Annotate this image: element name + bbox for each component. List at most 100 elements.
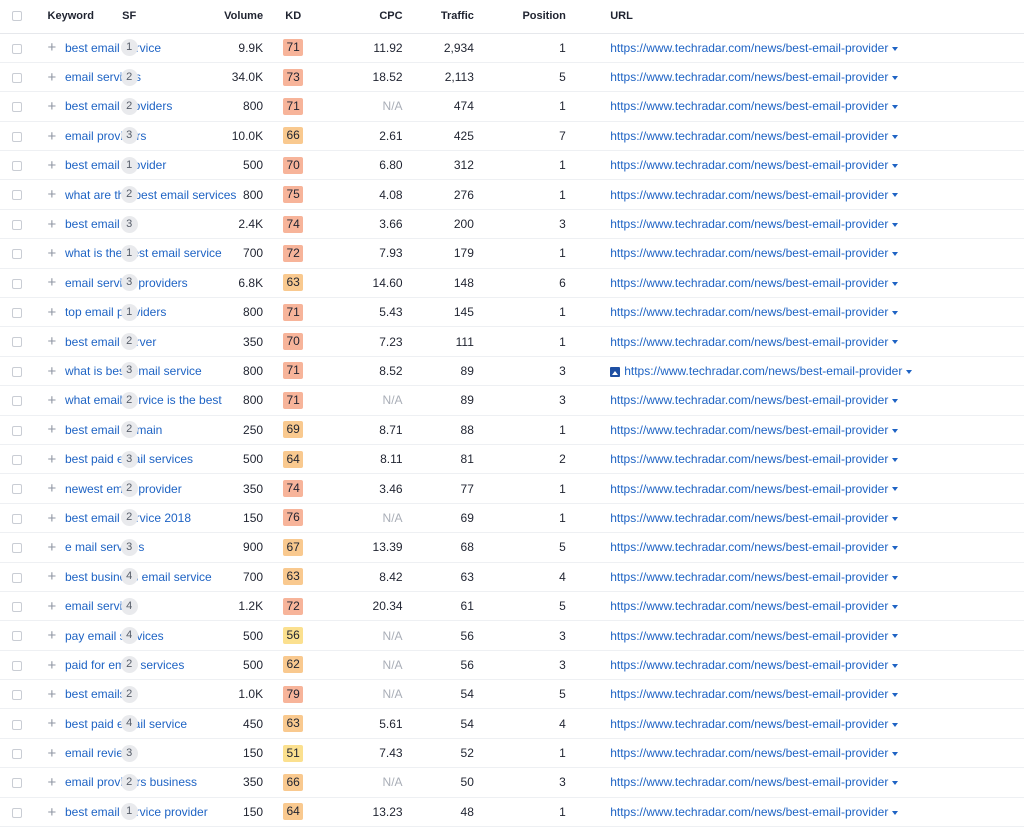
url-link[interactable]: https://www.techradar.com/news/best-emai…	[610, 511, 888, 525]
url-link[interactable]: https://www.techradar.com/news/best-emai…	[610, 540, 888, 554]
row-checkbox[interactable]	[12, 748, 22, 759]
serp-features-badge[interactable]: 2	[120, 333, 138, 351]
plus-icon[interactable]: +	[48, 158, 57, 173]
serp-features-badge[interactable]: 2	[120, 685, 138, 703]
plus-icon[interactable]: +	[48, 129, 57, 144]
serp-features-badge[interactable]: 2	[120, 391, 138, 409]
chevron-down-icon[interactable]	[892, 46, 899, 51]
serp-features-badge[interactable]: 2	[120, 68, 138, 86]
chevron-down-icon[interactable]	[892, 134, 899, 139]
url-link[interactable]: https://www.techradar.com/news/best-emai…	[610, 629, 888, 643]
serp-features-badge[interactable]: 3	[120, 744, 138, 762]
serp-features-badge[interactable]: 3	[120, 538, 138, 556]
column-header-traffic[interactable]: Traffic	[402, 0, 474, 34]
url-link[interactable]: https://www.techradar.com/news/best-emai…	[610, 41, 888, 55]
chevron-down-icon[interactable]	[906, 369, 913, 374]
column-header-keyword[interactable]: Keyword	[47, 0, 94, 34]
url-link[interactable]: https://www.techradar.com/news/best-emai…	[610, 805, 888, 819]
chevron-down-icon[interactable]	[892, 634, 899, 639]
chevron-down-icon[interactable]	[892, 164, 899, 169]
keyword-link[interactable]: what email service is the best	[65, 393, 222, 407]
url-link[interactable]: https://www.techradar.com/news/best-emai…	[610, 482, 888, 496]
row-checkbox[interactable]	[12, 161, 22, 172]
chevron-down-icon[interactable]	[892, 252, 899, 257]
row-checkbox[interactable]	[12, 690, 22, 701]
serp-features-badge[interactable]: 2	[120, 186, 138, 204]
column-header-url[interactable]: URL	[610, 0, 1024, 34]
plus-icon[interactable]: +	[48, 275, 57, 290]
serp-features-badge[interactable]: 2	[120, 509, 138, 527]
column-header-cpc[interactable]: CPC	[323, 0, 403, 34]
chevron-down-icon[interactable]	[892, 722, 899, 727]
row-checkbox[interactable]	[12, 425, 22, 436]
chevron-down-icon[interactable]	[892, 222, 899, 227]
url-link[interactable]: https://www.techradar.com/news/best-emai…	[610, 70, 888, 84]
chevron-down-icon[interactable]	[892, 457, 899, 462]
url-link[interactable]: https://www.techradar.com/news/best-emai…	[610, 746, 888, 760]
select-all-checkbox[interactable]	[12, 11, 22, 22]
plus-icon[interactable]: +	[48, 393, 57, 408]
serp-features-badge[interactable]: 1	[120, 244, 138, 262]
row-checkbox[interactable]	[12, 543, 22, 554]
plus-icon[interactable]: +	[48, 99, 57, 114]
plus-icon[interactable]: +	[48, 716, 57, 731]
keyword-link[interactable]: what are the best email services	[65, 188, 236, 202]
plus-icon[interactable]: +	[48, 746, 57, 761]
serp-features-badge[interactable]: 3	[120, 215, 138, 233]
keyword-link[interactable]: what is the best email service	[65, 246, 222, 260]
chevron-down-icon[interactable]	[892, 604, 899, 609]
row-checkbox[interactable]	[12, 366, 22, 377]
chevron-down-icon[interactable]	[892, 693, 899, 698]
plus-icon[interactable]: +	[48, 70, 57, 85]
row-checkbox[interactable]	[12, 72, 22, 83]
row-checkbox[interactable]	[12, 190, 22, 201]
plus-icon[interactable]: +	[48, 628, 57, 643]
row-checkbox[interactable]	[12, 601, 22, 612]
plus-icon[interactable]: +	[48, 569, 57, 584]
serp-features-badge[interactable]: 4	[120, 597, 138, 615]
url-link[interactable]: https://www.techradar.com/news/best-emai…	[610, 658, 888, 672]
url-link[interactable]: https://www.techradar.com/news/best-emai…	[610, 305, 888, 319]
chevron-down-icon[interactable]	[892, 399, 899, 404]
row-checkbox[interactable]	[12, 278, 22, 289]
serp-features-badge[interactable]: 1	[120, 303, 138, 321]
serp-features-badge[interactable]: 1	[120, 803, 138, 821]
keyword-link[interactable]: best business email service	[65, 570, 212, 584]
plus-icon[interactable]: +	[48, 658, 57, 673]
serp-features-badge[interactable]: 1	[120, 156, 138, 174]
chevron-down-icon[interactable]	[892, 575, 899, 580]
row-checkbox[interactable]	[12, 219, 22, 230]
serp-features-badge[interactable]: 4	[120, 715, 138, 733]
url-link[interactable]: https://www.techradar.com/news/best-emai…	[610, 99, 888, 113]
row-checkbox[interactable]	[12, 513, 22, 524]
plus-icon[interactable]: +	[48, 599, 57, 614]
plus-icon[interactable]: +	[48, 187, 57, 202]
url-link[interactable]: https://www.techradar.com/news/best-emai…	[610, 599, 888, 613]
serp-features-badge[interactable]: 3	[120, 127, 138, 145]
chevron-down-icon[interactable]	[892, 663, 899, 668]
row-checkbox[interactable]	[12, 102, 22, 113]
url-link[interactable]: https://www.techradar.com/news/best-emai…	[610, 188, 888, 202]
row-checkbox[interactable]	[12, 807, 22, 818]
keyword-link[interactable]: top email providers	[65, 305, 166, 319]
chevron-down-icon[interactable]	[892, 781, 899, 786]
column-header-sf[interactable]: SF	[82, 0, 176, 34]
plus-icon[interactable]: +	[48, 481, 57, 496]
plus-icon[interactable]: +	[48, 687, 57, 702]
column-header-position[interactable]: Position	[473, 0, 566, 34]
url-link[interactable]: https://www.techradar.com/news/best-emai…	[610, 570, 888, 584]
chevron-down-icon[interactable]	[892, 340, 899, 345]
serp-features-badge[interactable]: 3	[120, 450, 138, 468]
url-link[interactable]: https://www.techradar.com/news/best-emai…	[610, 276, 888, 290]
url-link[interactable]: https://www.techradar.com/news/best-emai…	[610, 129, 888, 143]
keyword-link[interactable]: best email service	[65, 41, 161, 55]
url-link[interactable]: https://www.techradar.com/news/best-emai…	[610, 158, 888, 172]
chevron-down-icon[interactable]	[892, 516, 899, 521]
chevron-down-icon[interactable]	[892, 487, 899, 492]
chevron-down-icon[interactable]	[892, 193, 899, 198]
plus-icon[interactable]: +	[48, 364, 57, 379]
serp-features-badge[interactable]: 4	[120, 568, 138, 586]
serp-features-badge[interactable]: 1	[120, 39, 138, 57]
row-checkbox[interactable]	[12, 249, 22, 260]
url-link[interactable]: https://www.techradar.com/news/best-emai…	[610, 687, 888, 701]
